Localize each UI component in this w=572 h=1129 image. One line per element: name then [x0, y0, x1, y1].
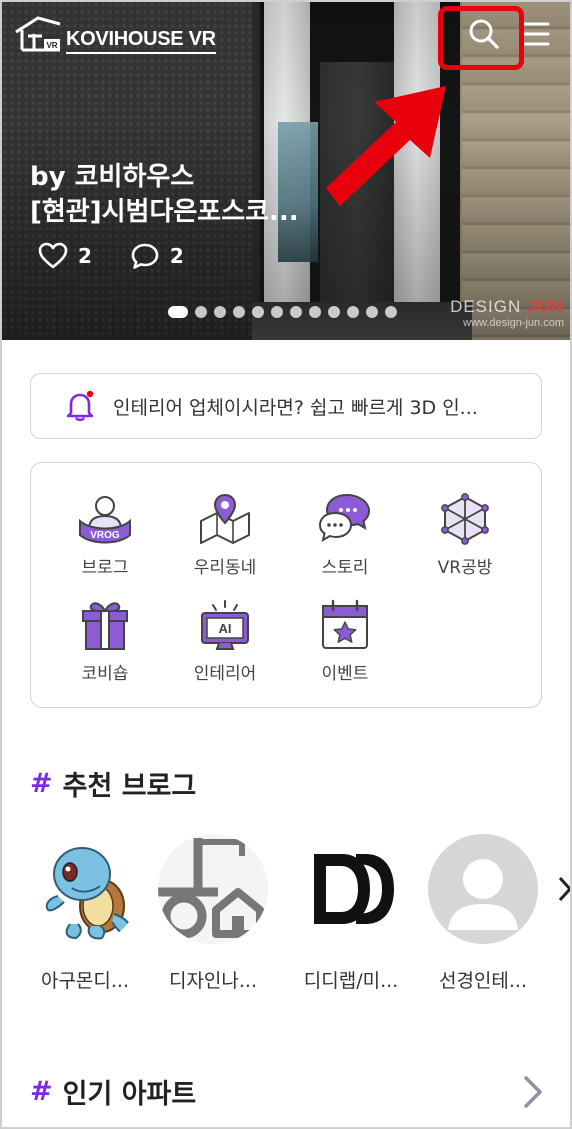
- pager-dot[interactable]: [252, 306, 264, 318]
- like-stat[interactable]: 2: [38, 242, 92, 270]
- section-title-text: 인기 아파트: [62, 1079, 197, 1110]
- blog-name: 아구몬디...: [40, 970, 130, 992]
- pager-dot[interactable]: [290, 306, 302, 318]
- blog-item[interactable]: 디디랩/미...: [286, 834, 416, 993]
- logo-house-icon: VR: [15, 16, 61, 52]
- gift-box-icon: [82, 602, 128, 650]
- pager-dot[interactable]: [385, 306, 397, 318]
- menu-item-story[interactable]: 스토리: [295, 491, 395, 578]
- cube-network-icon: [441, 493, 489, 545]
- next-blog-peek: [558, 874, 572, 904]
- logo-text: KOVIHOUSE VR: [66, 28, 216, 54]
- carousel-pager[interactable]: [168, 306, 397, 318]
- chat-bubbles-icon: [318, 493, 371, 543]
- menu-item-interior[interactable]: AI 인테리어: [175, 597, 275, 684]
- recommended-blogs-title: # 추천 브로그: [30, 764, 196, 803]
- menu-item-label: 우리동네: [193, 558, 257, 578]
- hero-title: [현관]시범다은포스코...: [30, 197, 299, 227]
- notice-banner[interactable]: 인테리어 업체이시라면? 쉽고 빠르게 3D 인...: [30, 373, 542, 439]
- chevron-right-icon[interactable]: [518, 1074, 548, 1110]
- blog-name: 디디랩/미...: [303, 970, 399, 992]
- heart-icon: [38, 242, 68, 269]
- vrog-icon: VROG: [79, 496, 131, 544]
- hash-mark: #: [30, 1076, 53, 1107]
- menu-item-label: VR공방: [437, 558, 493, 578]
- app-logo[interactable]: VR KOVIHOUSE VR: [14, 14, 216, 54]
- comment-stat[interactable]: 2: [130, 242, 184, 270]
- blog-item[interactable]: 아구몬디...: [20, 834, 150, 993]
- notice-text: 인테리어 업체이시라면? 쉽고 빠르게 3D 인...: [113, 396, 478, 419]
- menu-item-neighborhood[interactable]: 우리동네: [175, 491, 275, 578]
- menu-item-vrog[interactable]: VROG 브로그: [55, 491, 155, 578]
- pager-dot[interactable]: [309, 306, 321, 318]
- pager-dot[interactable]: [347, 306, 359, 318]
- hamburger-menu-icon: [522, 22, 550, 46]
- popular-apartments-title: # 인기 아파트: [30, 1072, 196, 1111]
- ai-icon-text: AI: [219, 621, 232, 636]
- menu-item-label: 이벤트: [321, 664, 369, 684]
- menu-item-label: 스토리: [321, 558, 369, 578]
- vrog-icon-text: VROG: [90, 530, 120, 541]
- menu-item-event[interactable]: 이벤트: [295, 597, 395, 684]
- hero-stats: 2 2: [30, 242, 299, 270]
- watermark-url: www.design-jun.com: [463, 317, 564, 329]
- hero-caption[interactable]: by 코비하우스 [현관]시범다은포스코... 2 2: [30, 160, 299, 270]
- menu-item-vr-workshop[interactable]: VR공방: [415, 491, 515, 578]
- like-count: 2: [78, 244, 92, 268]
- pager-dot[interactable]: [271, 306, 283, 318]
- watermark-brand: DESIGN: [450, 297, 522, 316]
- bell-icon: [65, 390, 95, 421]
- turtle-character-avatar: [30, 834, 140, 944]
- blog-name: 선경인테...: [438, 970, 528, 992]
- pager-dot[interactable]: [195, 306, 207, 318]
- search-button[interactable]: [462, 14, 506, 54]
- image-watermark: DESIGN JUN www.design-jun.com: [440, 298, 564, 330]
- menu-item-label: 인테리어: [193, 664, 257, 684]
- house-logo-avatar: [158, 834, 268, 944]
- logo-badge: VR: [46, 41, 57, 50]
- search-icon: [469, 19, 499, 49]
- calendar-star-icon: [322, 599, 368, 649]
- comment-bubble-icon: [131, 243, 159, 269]
- pager-dot[interactable]: [366, 306, 378, 318]
- recommended-blogs-list: 아구몬디... 디자인나... 디디랩/미... 선경인테...: [0, 834, 572, 994]
- pager-dot[interactable]: [233, 306, 245, 318]
- category-menu: VROG 브로그 우리동네 스토리 VR공방 코비숍 AI 인테리어 이벤트: [30, 462, 542, 708]
- menu-item-shop[interactable]: 코비숍: [55, 597, 155, 684]
- blog-item[interactable]: 디자인나...: [148, 834, 278, 993]
- map-pin-icon: [200, 493, 250, 544]
- pager-dot[interactable]: [328, 306, 340, 318]
- hamburger-menu-button[interactable]: [518, 16, 554, 52]
- hash-mark: #: [30, 768, 53, 799]
- menu-item-label: 브로그: [81, 558, 129, 578]
- watermark-brand-accent: JUN: [526, 297, 564, 316]
- ai-monitor-icon: AI: [201, 600, 249, 650]
- pager-dot[interactable]: [214, 306, 226, 318]
- dd-logo-avatar: [296, 834, 406, 944]
- blog-name: 디자인나...: [168, 970, 258, 992]
- default-user-avatar: [428, 834, 538, 944]
- menu-item-label: 코비숍: [81, 664, 129, 684]
- section-title-text: 추천 브로그: [62, 771, 197, 802]
- pager-dot-active[interactable]: [168, 306, 188, 318]
- hero-author: by 코비하우스: [30, 162, 195, 192]
- blog-item[interactable]: 선경인테...: [418, 834, 548, 993]
- comment-count: 2: [169, 244, 184, 268]
